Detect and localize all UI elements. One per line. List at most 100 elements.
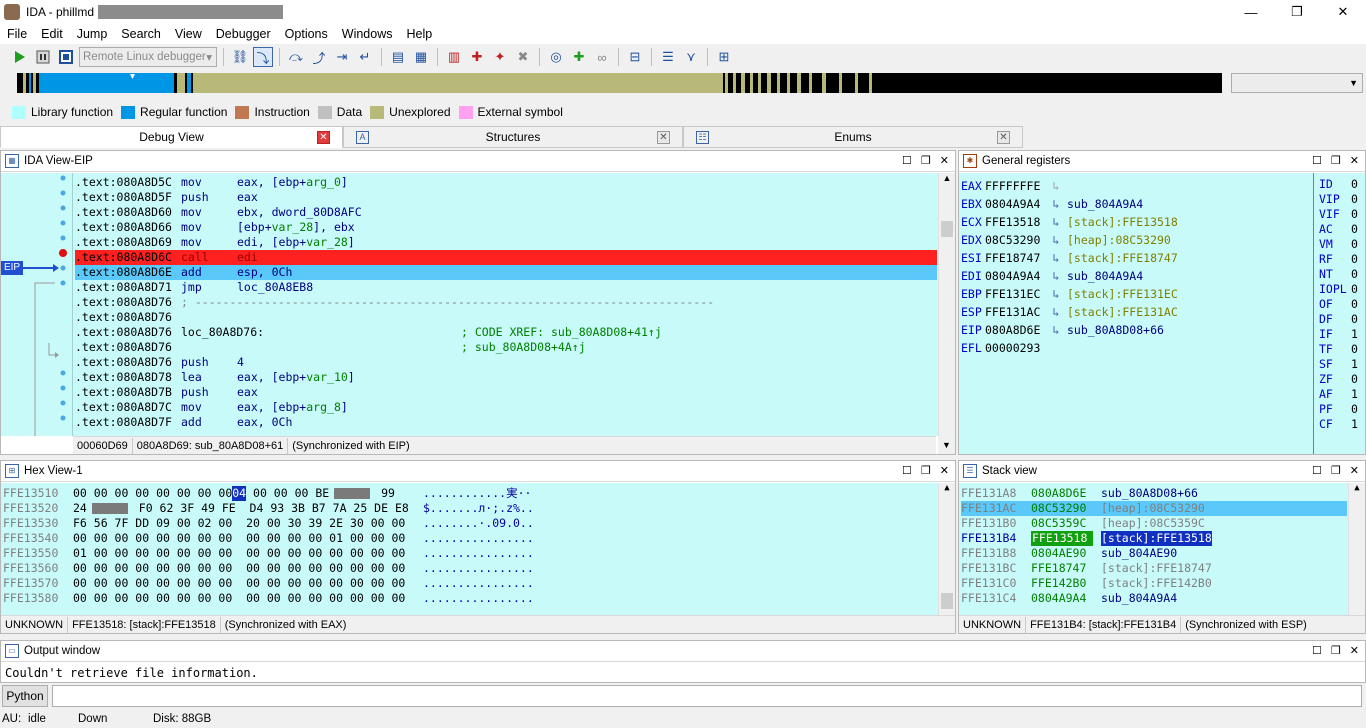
- stop-icon[interactable]: [56, 47, 76, 67]
- scroll-up-icon[interactable]: ▲: [939, 173, 955, 185]
- disasm-scrollbar[interactable]: ▲: [938, 173, 955, 436]
- hex-row[interactable]: FFE13540 00 00 00 00 00 00 00 00 00 00 00…: [3, 531, 933, 546]
- disasm-line[interactable]: .text:080A8D66 mov [ebp+var_28], ebx: [75, 220, 937, 235]
- stack-row[interactable]: FFE131C4 0804A9A4 sub_804A9A4: [961, 591, 1347, 606]
- watch-view-icon[interactable]: ◎: [546, 47, 566, 67]
- flag-value[interactable]: 0: [1351, 372, 1358, 387]
- menu-help[interactable]: Help: [399, 27, 439, 41]
- jump-arrow-icon[interactable]: ↳: [1045, 285, 1067, 303]
- float-panel-icon[interactable]: ❐: [1331, 464, 1341, 477]
- float-panel-icon[interactable]: ❐: [921, 154, 931, 167]
- flag-row[interactable]: TF 0: [1319, 342, 1365, 357]
- flag-row[interactable]: DF 0: [1319, 312, 1365, 327]
- hex-selected-byte[interactable]: 04: [232, 486, 247, 501]
- register-value[interactable]: FFE18747: [985, 249, 1045, 267]
- flag-value[interactable]: 0: [1351, 177, 1358, 192]
- run-until-return-icon[interactable]: ↵: [355, 47, 375, 67]
- close-icon[interactable]: ✕: [940, 154, 949, 167]
- disasm-line[interactable]: .text:080A8D6C call edi: [75, 250, 937, 265]
- stack-value[interactable]: 08C53290: [1031, 501, 1101, 516]
- flag-row[interactable]: VIF 0: [1319, 207, 1365, 222]
- function-trace-icon[interactable]: ⋎: [681, 47, 701, 67]
- flag-row[interactable]: PF 0: [1319, 402, 1365, 417]
- flag-value[interactable]: 0: [1351, 312, 1358, 327]
- register-value[interactable]: FFE13518: [985, 213, 1045, 231]
- register-value[interactable]: 0804A9A4: [985, 195, 1045, 213]
- breakpoint-toggle-icon[interactable]: ✦: [490, 47, 510, 67]
- stack-value[interactable]: FFE18747: [1031, 561, 1101, 576]
- stack-value[interactable]: 0804A9A4: [1031, 591, 1101, 606]
- flag-row[interactable]: VIP 0: [1319, 192, 1365, 207]
- stack-reference[interactable]: sub_80A8D08+66: [1101, 486, 1198, 501]
- play-icon[interactable]: [10, 47, 30, 67]
- minimize-button[interactable]: —: [1228, 0, 1274, 24]
- scroll-thumb[interactable]: [941, 593, 953, 609]
- register-reference[interactable]: sub_804A9A4: [1067, 267, 1143, 285]
- navigation-band[interactable]: [17, 73, 1222, 93]
- hex-area[interactable]: FFE13510 00 00 00 00 00 00 00 00 04 00 00…: [1, 483, 955, 615]
- stack-row[interactable]: FFE131B8 0804AE90 sub_804AE90: [961, 546, 1347, 561]
- menu-file[interactable]: File: [0, 27, 34, 41]
- disasm-line[interactable]: .text:080A8D7F add eax, 0Ch: [75, 415, 937, 430]
- minimize-panel-icon[interactable]: ☐: [902, 464, 912, 477]
- close-icon[interactable]: ✕: [997, 131, 1010, 144]
- register-row[interactable]: EAX FFFFFFFE ↳: [961, 177, 1311, 195]
- register-reference[interactable]: sub_804A9A4: [1067, 195, 1143, 213]
- hex-row[interactable]: FFE13570 00 00 00 00 00 00 00 00 00 00 00…: [3, 576, 933, 591]
- jump-arrow-icon[interactable]: ↳: [1045, 249, 1067, 267]
- python-command-input[interactable]: [52, 685, 1362, 707]
- stack-reference[interactable]: [heap]:08C53290: [1101, 501, 1205, 516]
- flag-row[interactable]: ZF 0: [1319, 372, 1365, 387]
- attach-process-icon[interactable]: ⛓: [230, 47, 250, 67]
- show-disasm-icon[interactable]: ▤: [388, 47, 408, 67]
- float-panel-icon[interactable]: ❐: [1331, 154, 1341, 167]
- register-row[interactable]: EFL 00000293: [961, 339, 1311, 357]
- register-reference[interactable]: [stack]:FFE131EC: [1067, 285, 1178, 303]
- stack-reference[interactable]: [stack]:FFE13518: [1101, 531, 1212, 546]
- register-reference[interactable]: [stack]:FFE18747: [1067, 249, 1178, 267]
- hex-row[interactable]: FFE13520 24 F0 62 3F 49 FE D4 93 3B B7 7A…: [3, 501, 933, 516]
- disasm-line[interactable]: .text:080A8D71 jmp loc_80A8EB8: [75, 280, 937, 295]
- flag-value[interactable]: 0: [1351, 342, 1358, 357]
- scroll-up-icon[interactable]: ▲: [939, 483, 955, 495]
- disasm-line[interactable]: .text:080A8D76 ; sub_80A8D08+4A↑j: [75, 340, 937, 355]
- stack-value[interactable]: 080A8D6E: [1031, 486, 1101, 501]
- stack-row[interactable]: FFE131BC FFE18747 [stack]:FFE18747: [961, 561, 1347, 576]
- stack-reference[interactable]: sub_804A9A4: [1101, 591, 1177, 606]
- pause-icon[interactable]: [33, 47, 53, 67]
- float-panel-icon[interactable]: ❐: [921, 464, 931, 477]
- stack-value[interactable]: 08C5359C: [1031, 516, 1101, 531]
- register-row[interactable]: EBP FFE131EC ↳ [stack]:FFE131EC: [961, 285, 1311, 303]
- disasm-line[interactable]: .text:080A8D76 ; ------------------------…: [75, 295, 937, 310]
- hex-row[interactable]: FFE13580 00 00 00 00 00 00 00 00 00 00 00…: [3, 591, 933, 606]
- disasm-line[interactable]: .text:080A8D76 push 4: [75, 355, 937, 370]
- register-row[interactable]: ESI FFE18747 ↳ [stack]:FFE18747: [961, 249, 1311, 267]
- register-value[interactable]: 00000293: [985, 339, 1045, 357]
- register-reference[interactable]: [stack]:FFE13518: [1067, 213, 1178, 231]
- disasm-line[interactable]: .text:080A8D60 mov ebx, dword_80D8AFC: [75, 205, 937, 220]
- menu-search[interactable]: Search: [114, 27, 168, 41]
- stack-row[interactable]: FFE131AC 08C53290 [heap]:08C53290: [961, 501, 1347, 516]
- scroll-up-icon[interactable]: ▲: [1349, 483, 1365, 495]
- disasm-line[interactable]: .text:080A8D76 loc_80A8D76: ; CODE XREF: s…: [75, 325, 937, 340]
- stack-row[interactable]: FFE131C0 FFE142B0 [stack]:FFE142B0: [961, 576, 1347, 591]
- hex-row[interactable]: FFE13510 00 00 00 00 00 00 00 00 04 00 00…: [3, 486, 933, 501]
- flag-value[interactable]: 1: [1351, 327, 1358, 342]
- python-button[interactable]: Python: [2, 685, 48, 707]
- flag-value[interactable]: 1: [1351, 357, 1358, 372]
- menu-edit[interactable]: Edit: [34, 27, 70, 41]
- minimize-panel-icon[interactable]: ☐: [1312, 464, 1322, 477]
- maximize-button[interactable]: ❐: [1274, 0, 1320, 24]
- stack-row[interactable]: FFE131B4 FFE13518 [stack]:FFE13518: [961, 531, 1347, 546]
- flag-row[interactable]: IOPL 0: [1319, 282, 1365, 297]
- menu-windows[interactable]: Windows: [335, 27, 400, 41]
- minimize-panel-icon[interactable]: ☐: [1312, 154, 1322, 167]
- scroll-thumb[interactable]: [941, 221, 953, 237]
- menu-options[interactable]: Options: [278, 27, 335, 41]
- close-icon[interactable]: ✕: [657, 131, 670, 144]
- close-icon[interactable]: ✕: [1350, 154, 1359, 167]
- disasm-line[interactable]: .text:080A8D7B push eax: [75, 385, 937, 400]
- register-value[interactable]: 080A8D6E: [985, 321, 1045, 339]
- flag-row[interactable]: NT 0: [1319, 267, 1365, 282]
- flag-value[interactable]: 0: [1351, 192, 1358, 207]
